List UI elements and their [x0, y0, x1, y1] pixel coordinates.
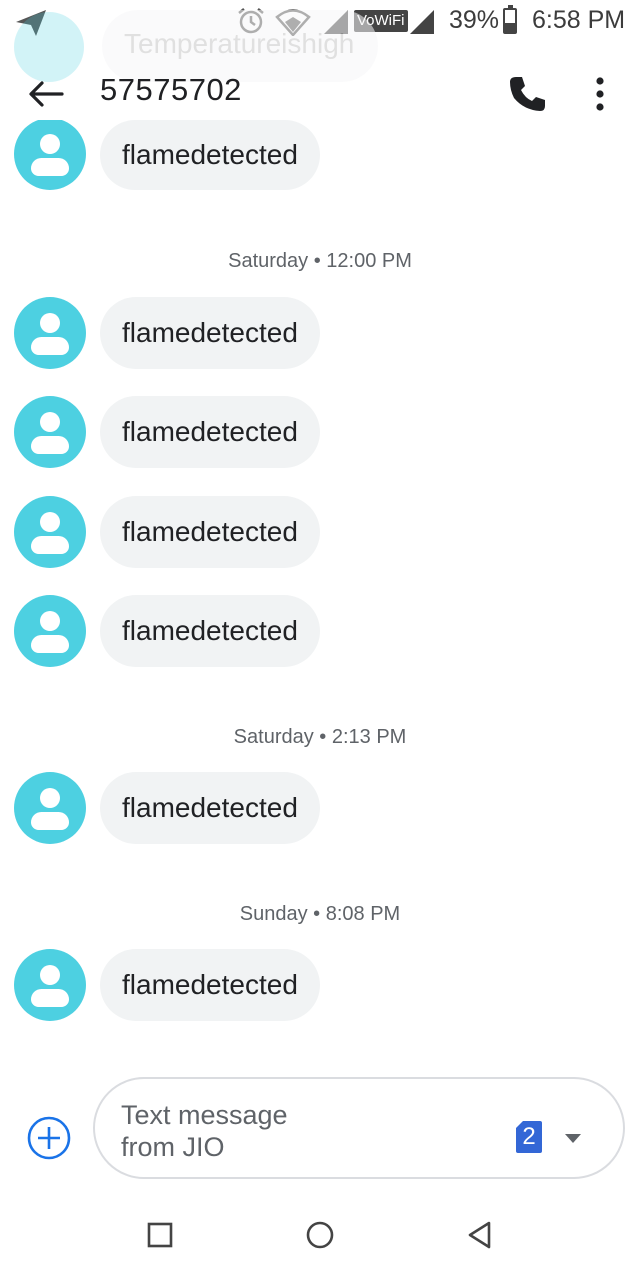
- compose-bar: Text message from JIO 2: [0, 1075, 640, 1185]
- message-bubble[interactable]: flamedetected: [100, 120, 320, 190]
- recents-square-icon[interactable]: [138, 1213, 182, 1257]
- sim-selector[interactable]: 2: [516, 1121, 542, 1153]
- contact-avatar[interactable]: [14, 120, 86, 190]
- conversation-title: 57575702: [100, 72, 242, 107]
- contact-avatar[interactable]: [14, 396, 86, 468]
- more-vert-icon[interactable]: [580, 70, 620, 118]
- system-nav-bar: [0, 1195, 640, 1280]
- message-row: flamedetected: [0, 297, 640, 369]
- home-circle-icon[interactable]: [298, 1213, 342, 1257]
- message-timestamp: Saturday • 2:13 PM: [233, 726, 407, 748]
- message-bubble[interactable]: flamedetected: [100, 595, 320, 667]
- arrow-drop-down-icon[interactable]: [563, 1131, 583, 1145]
- message-bubble[interactable]: flamedetected: [100, 772, 320, 844]
- contact-avatar[interactable]: [14, 496, 86, 568]
- contact-avatar[interactable]: [14, 297, 86, 369]
- message-timestamp: Sunday • 8:08 PM: [239, 903, 401, 925]
- message-input[interactable]: Text message from JIO 2: [93, 1077, 625, 1179]
- back-triangle-icon[interactable]: [458, 1213, 502, 1257]
- message-timestamp: Saturday • 12:00 PM: [228, 250, 412, 272]
- contact-avatar[interactable]: [14, 949, 86, 1021]
- message-row: flamedetected: [0, 120, 640, 190]
- contact-avatar[interactable]: [14, 772, 86, 844]
- signal-icon: [410, 10, 434, 34]
- message-bubble[interactable]: flamedetected: [100, 396, 320, 468]
- message-input-placeholder: Text message from JIO: [121, 1100, 288, 1162]
- add-circle-icon[interactable]: [26, 1115, 72, 1161]
- message-bubble[interactable]: flamedetected: [100, 496, 320, 568]
- status-time: 6:58 PM: [532, 6, 626, 34]
- message-row: flamedetected: [0, 396, 640, 468]
- message-bubble[interactable]: flamedetected: [100, 949, 320, 1021]
- message-row: flamedetected: [0, 949, 640, 1021]
- contact-avatar[interactable]: [14, 595, 86, 667]
- message-row: flamedetected: [0, 772, 640, 844]
- battery-icon: [503, 5, 517, 34]
- battery-percent: 39%: [449, 6, 500, 34]
- message-row: flamedetected: [0, 496, 640, 568]
- message-bubble[interactable]: flamedetected: [100, 297, 320, 369]
- message-row: flamedetected: [0, 595, 640, 667]
- phone-icon[interactable]: [503, 70, 551, 118]
- arrow-back-icon[interactable]: [22, 70, 70, 118]
